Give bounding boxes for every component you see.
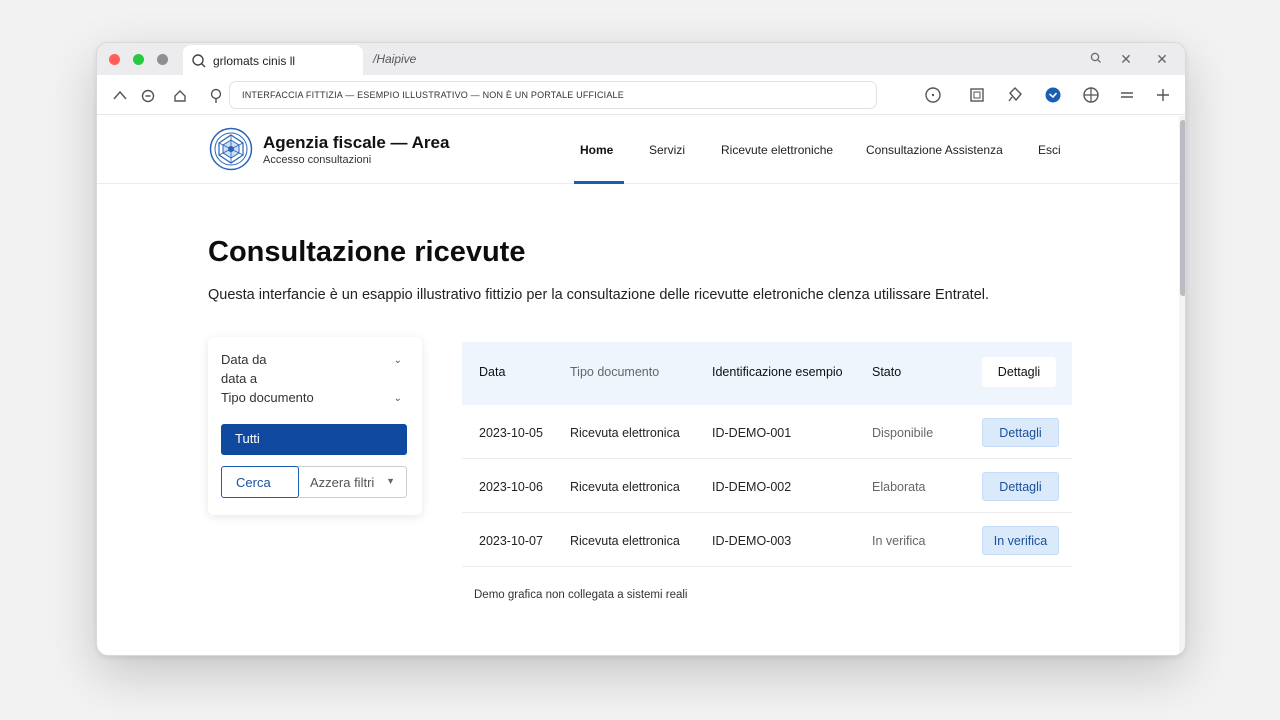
- puzzle-icon[interactable]: [1005, 85, 1025, 105]
- timer-icon[interactable]: [923, 85, 943, 105]
- nav-item-servizi[interactable]: Servizi: [649, 143, 685, 157]
- doc-type-select[interactable]: Tipo documento: [221, 390, 314, 405]
- minimize-window-button[interactable]: [157, 54, 168, 65]
- nav-item-assistenza[interactable]: Consultazione Assistenza: [866, 143, 1003, 157]
- clock-icon[interactable]: [1043, 85, 1063, 105]
- nav-item-ricevute[interactable]: Ricevute elettroniche: [721, 143, 833, 157]
- filter-panel: Data da ⌄ data a Tipo documento ⌄ Tutti …: [208, 337, 422, 515]
- close-icon[interactable]: ✕: [1153, 50, 1171, 68]
- filter-actions: Cerca Azzera filtri ▼: [221, 466, 407, 498]
- close-window-button[interactable]: [109, 54, 120, 65]
- maximize-window-button[interactable]: [133, 54, 144, 65]
- cell-date: 2023-10-05: [479, 426, 543, 440]
- nav-active-indicator: [574, 181, 624, 184]
- browser-window: grlomats cinis ll /Haipive ✕ ✕ INTERFACC…: [96, 42, 1186, 656]
- receipts-table: Data Tipo documento Identificazione esem…: [462, 342, 1072, 567]
- column-header-status: Stato: [872, 365, 902, 379]
- tab-strip: grlomats cinis ll /Haipive ✕ ✕: [97, 43, 1185, 75]
- column-header-type: Tipo documento: [570, 365, 660, 379]
- column-header-details[interactable]: Dettagli: [982, 357, 1056, 387]
- cell-type: Ricevuta elettronica: [570, 534, 680, 548]
- cell-id: ID-DEMO-001: [712, 426, 792, 440]
- table-row: 2023-10-06 Ricevuta elettronica ID-DEMO-…: [462, 459, 1072, 513]
- address-text: INTERFACCIA FITTIZIA — ESEMPIO ILLUSTRAT…: [242, 90, 624, 100]
- cell-status: Disponibile: [872, 426, 934, 440]
- date-to-field[interactable]: data a: [221, 371, 257, 386]
- details-button[interactable]: Dettagli: [982, 418, 1059, 447]
- column-header-date: Data: [479, 365, 506, 379]
- date-from-field[interactable]: Data da: [221, 352, 267, 367]
- table-row: 2023-10-07 Ricevuta elettronica ID-DEMO-…: [462, 513, 1072, 567]
- search-tabs-icon[interactable]: [1087, 50, 1105, 68]
- cell-date: 2023-10-07: [479, 534, 543, 548]
- cell-type: Ricevuta elettronica: [570, 480, 680, 494]
- menu-icon[interactable]: [1117, 85, 1137, 105]
- table-header: Data Tipo documento Identificazione esem…: [462, 342, 1072, 405]
- site-header: Agenzia fiscale — Area Accesso consultaz…: [97, 116, 1185, 184]
- tab-active[interactable]: grlomats cinis ll: [183, 45, 363, 75]
- reload-icon[interactable]: [139, 87, 157, 105]
- address-bar[interactable]: INTERFACCIA FITTIZIA — ESEMPIO ILLUSTRAT…: [229, 81, 877, 109]
- shrink-icon[interactable]: ✕: [1117, 50, 1135, 68]
- browser-toolbar: INTERFACCIA FITTIZIA — ESEMPIO ILLUSTRAT…: [97, 75, 1185, 115]
- table-row: 2023-10-05 Ricevuta elettronica ID-DEMO-…: [462, 405, 1072, 459]
- details-button[interactable]: Dettagli: [982, 472, 1059, 501]
- page-description: Questa interfancie è un esappio illustra…: [208, 287, 990, 303]
- cell-id: ID-DEMO-003: [712, 534, 792, 548]
- agency-logo[interactable]: [209, 127, 253, 171]
- screenshot-icon[interactable]: [967, 85, 987, 105]
- location-icon[interactable]: [207, 87, 225, 105]
- scrollbar-thumb[interactable]: [1180, 120, 1185, 296]
- cell-status: Elaborata: [872, 480, 926, 494]
- nav-item-home[interactable]: Home: [580, 143, 613, 157]
- brand-title: Agenzia fiscale — Area: [263, 133, 450, 152]
- cell-id: ID-DEMO-002: [712, 480, 792, 494]
- all-button[interactable]: Tutti: [221, 424, 407, 455]
- reset-filters-button[interactable]: Azzera filtri: [310, 475, 374, 490]
- caret-down-icon[interactable]: ▼: [386, 476, 395, 486]
- cell-type: Ricevuta elettronica: [570, 426, 680, 440]
- search-icon: [192, 54, 206, 68]
- page-scrollbar[interactable]: [1179, 116, 1185, 655]
- more-icon[interactable]: [1153, 85, 1173, 105]
- nav-item-esci[interactable]: Esci: [1038, 143, 1061, 157]
- column-header-id: Identificazione esempio: [712, 365, 843, 379]
- cell-date: 2023-10-06: [479, 480, 543, 494]
- footer-note: Demo grafica non collegata a sistemi rea…: [474, 589, 688, 601]
- chevron-down-icon[interactable]: ⌄: [394, 393, 402, 404]
- chevron-down-icon[interactable]: ⌄: [394, 355, 402, 366]
- page-title: Consultazione ricevute: [208, 236, 526, 268]
- brand-subtitle: Accesso consultazioni: [263, 154, 372, 166]
- search-button[interactable]: Cerca: [221, 466, 299, 498]
- back-icon[interactable]: [111, 87, 129, 105]
- tab-active-label: grlomats cinis ll: [213, 54, 296, 68]
- tab-inactive[interactable]: /Haipive: [373, 52, 416, 66]
- in-verification-button[interactable]: In verifica: [982, 526, 1059, 555]
- globe-icon[interactable]: [1081, 85, 1101, 105]
- home-icon[interactable]: [171, 87, 189, 105]
- cell-status: In verifica: [872, 534, 926, 548]
